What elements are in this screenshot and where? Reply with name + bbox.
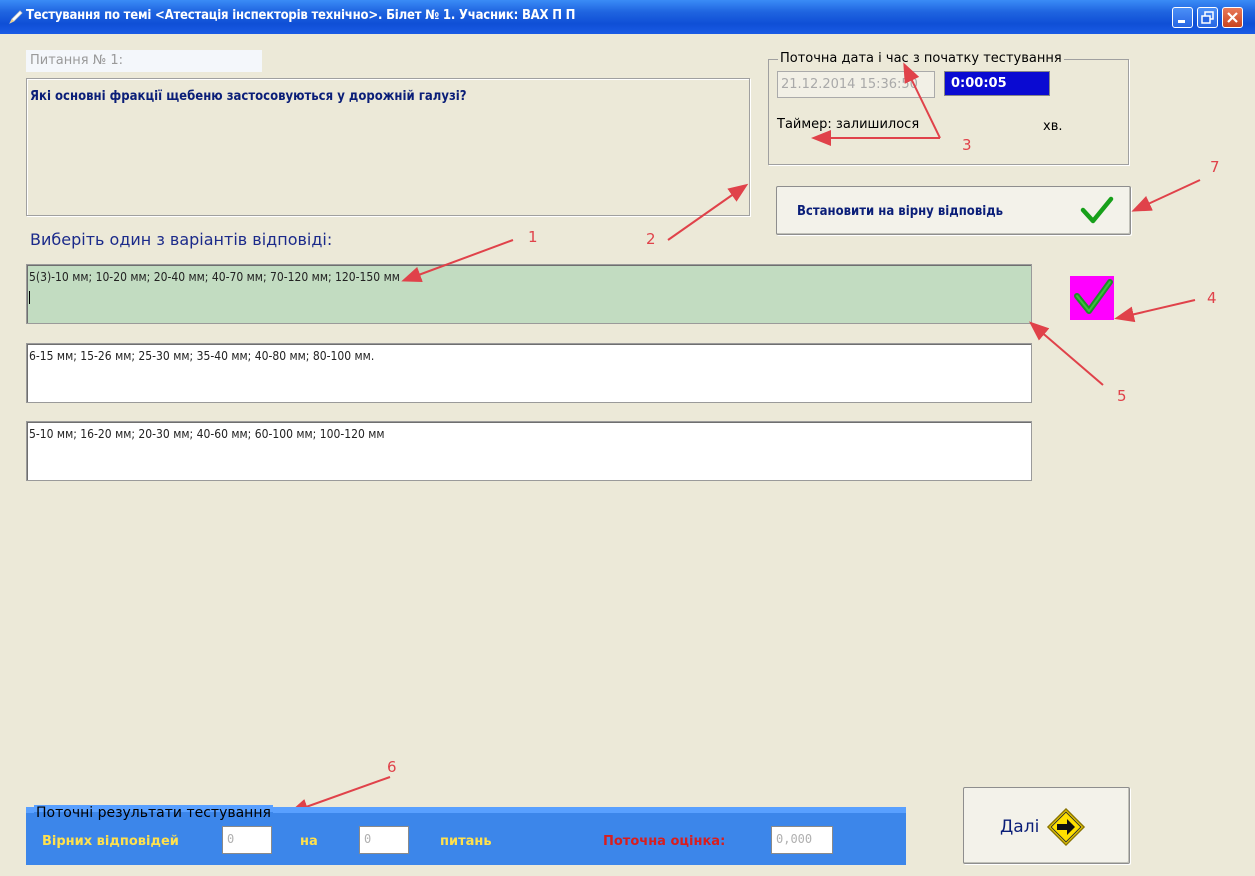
annotation-2: 2: [646, 230, 656, 248]
correct-answers-label: Вірних відповідей: [42, 834, 179, 849]
score-label: Поточна оцінка:: [603, 834, 726, 849]
questions-label: питань: [440, 834, 492, 849]
next-button-label: Далі: [1000, 817, 1040, 837]
correct-answers-field: 0: [222, 826, 272, 854]
annotation-6: 6: [387, 758, 397, 776]
results-legend: Поточні результати тестування: [34, 805, 273, 821]
score-field: 0,000: [771, 826, 833, 854]
annotation-1: 1: [528, 228, 538, 246]
of-label: на: [300, 834, 318, 849]
annotation-5: 5: [1117, 387, 1127, 405]
annotation-4: 4: [1207, 289, 1217, 307]
arrow-right-sign-icon: [1046, 807, 1086, 851]
annotation-arrows: [288, 62, 1201, 815]
annotation-3: 3: [962, 136, 972, 154]
annotation-7: 7: [1210, 158, 1220, 176]
total-questions-field: 0: [359, 826, 409, 854]
